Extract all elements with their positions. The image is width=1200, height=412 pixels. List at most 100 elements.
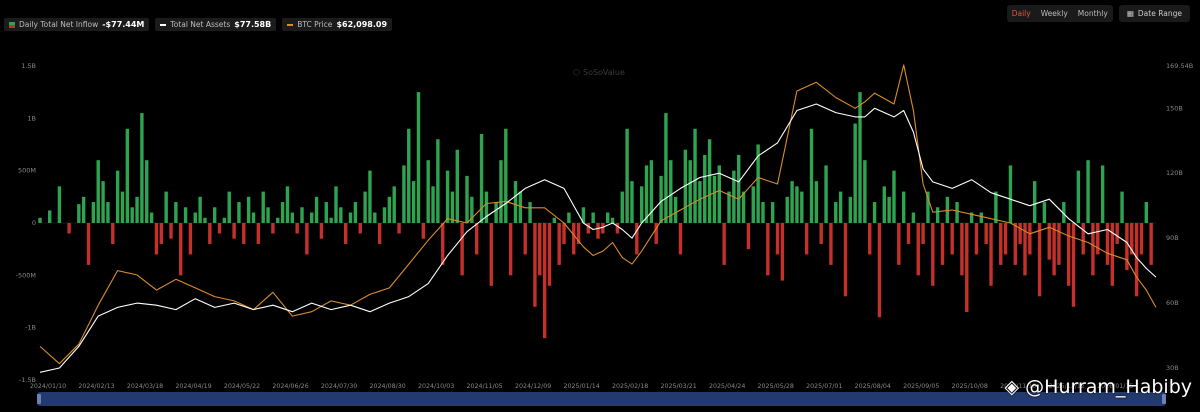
inflow-bar <box>310 212 314 223</box>
inflow-bar <box>140 113 144 223</box>
inflow-bar <box>1091 223 1095 276</box>
inflow-bar <box>499 160 503 223</box>
inflow-bar <box>960 223 964 276</box>
inflow-bar <box>246 196 251 223</box>
inflow-bar <box>1032 181 1037 223</box>
inflow-bar <box>775 223 780 255</box>
right-axis-tick-label: 60B <box>1166 299 1179 307</box>
inflow-bar <box>314 196 319 223</box>
navigator-left-handle[interactable] <box>37 394 41 404</box>
inflow-bar <box>795 186 799 223</box>
inflow-bar <box>373 212 377 223</box>
inflow-bar <box>809 128 814 223</box>
x-axis-tick-label: 2024/02/13 <box>78 383 114 390</box>
inflow-bar <box>96 160 100 223</box>
inflow-bar <box>276 217 280 223</box>
inflow-bar <box>994 191 998 223</box>
inflow-bar <box>1028 223 1032 255</box>
inflow-bar <box>358 223 362 234</box>
inflow-bar <box>504 128 508 223</box>
inflow-bar <box>441 223 445 265</box>
inflow-bar <box>688 160 692 223</box>
inflow-bar <box>557 223 561 265</box>
inflow-bar <box>868 223 872 255</box>
inflow-bar <box>630 181 634 223</box>
inflow-bar <box>746 223 751 250</box>
range-navigator[interactable] <box>37 392 1166 406</box>
inflow-bar <box>392 186 396 223</box>
inflow-bar <box>261 191 265 223</box>
inflow-bar <box>368 170 372 223</box>
inflow-bar <box>1081 223 1085 255</box>
inflow-bar <box>348 212 353 223</box>
left-axis-tick-label: -500M <box>16 271 36 279</box>
x-axis-tick-label: 2024/12/09 <box>515 383 551 390</box>
inflow-bar <box>382 207 387 223</box>
left-axis-tick-label: 0 <box>32 219 36 227</box>
inflow-bar <box>145 160 149 223</box>
inflow-bar <box>120 191 125 223</box>
inflow-bar <box>542 223 547 339</box>
x-axis-tick-label: 2025/08/04 <box>855 383 891 390</box>
inflow-bar <box>804 223 809 255</box>
inflow-bar <box>402 165 406 223</box>
inflow-bar <box>222 217 227 223</box>
inflow-bar <box>586 223 590 234</box>
inflow-bar <box>81 196 86 223</box>
inflow-bar <box>940 223 945 265</box>
inflow-bar <box>906 223 911 244</box>
inflow-bar <box>324 202 328 223</box>
inflow-bar <box>591 212 595 223</box>
inflow-bar <box>57 186 62 223</box>
inflow-bar <box>436 139 440 223</box>
inflow-bar <box>853 123 857 223</box>
inflow-bar <box>465 175 469 223</box>
inflow-bar <box>669 160 673 223</box>
inflow-bar <box>819 223 823 244</box>
inflow-bar <box>921 223 925 244</box>
inflow-bar <box>644 165 649 223</box>
inflow-bar <box>829 223 833 265</box>
inflow-bar <box>678 223 683 255</box>
inflow-bar <box>242 223 246 244</box>
inflow-bar <box>474 223 479 255</box>
inflow-bar <box>518 191 523 223</box>
inflow-bar <box>1086 160 1090 223</box>
right-axis-tick-label: 30B <box>1166 364 1179 372</box>
inflow-bar <box>343 223 348 244</box>
inflow-bar <box>285 186 290 223</box>
x-axis-tick-label: 2025/03/21 <box>661 383 697 390</box>
inflow-bar <box>737 154 741 223</box>
inflow-bar <box>1144 202 1148 223</box>
inflow-bar <box>295 223 299 234</box>
inflow-bar <box>834 202 838 223</box>
inflow-bar <box>1042 202 1047 223</box>
inflow-bar <box>528 202 532 223</box>
x-axis-tick-label: 2025/02/18 <box>612 383 648 390</box>
inflow-bar <box>843 223 848 297</box>
inflow-bar <box>38 217 42 223</box>
inflow-bar <box>538 223 542 276</box>
inflow-bar <box>1066 223 1071 286</box>
inflow-bar <box>188 223 193 255</box>
inflow-bar <box>659 175 663 223</box>
inflow-bar <box>741 191 746 223</box>
inflow-bar <box>523 223 527 255</box>
inflow-bar <box>217 223 222 234</box>
inflow-bar <box>1096 223 1100 255</box>
inflow-bar <box>319 223 324 239</box>
inflow-bar <box>411 181 416 223</box>
inflow-bar <box>596 223 600 239</box>
author-watermark: ◈ @Hurram_Habiby <box>1005 376 1192 398</box>
inflow-bar <box>1120 191 1124 223</box>
inflow-bar <box>1013 223 1017 265</box>
inflow-bar <box>489 223 493 286</box>
inflow-bar <box>601 223 605 234</box>
inflow-bar <box>999 223 1003 265</box>
inflow-bar <box>722 223 726 265</box>
inflow-bar <box>761 202 765 223</box>
inflow-bar <box>989 223 993 286</box>
inflow-bar <box>848 196 853 223</box>
inflow-bar <box>203 217 207 223</box>
btc-price-line <box>39 64 1157 365</box>
